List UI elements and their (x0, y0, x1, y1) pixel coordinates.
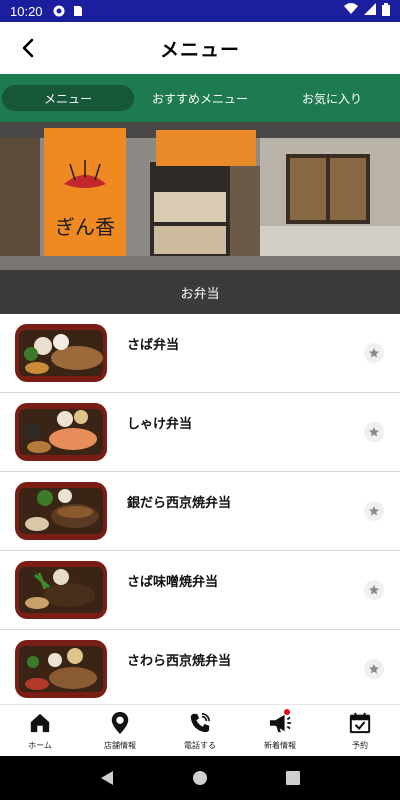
favorite-star-button[interactable] (364, 659, 384, 679)
banner-shop-name: ぎん香 (55, 215, 115, 239)
notification-badge (284, 709, 290, 715)
tab-menu[interactable]: メニュー (2, 85, 134, 111)
nav-store-info-label: 店舗情報 (104, 741, 136, 750)
bento-thumbnail (15, 482, 107, 540)
category-header: お弁当 (0, 270, 400, 314)
menu-item-name: さわら西京焼弁当 (127, 654, 232, 669)
page-title: メニュー (159, 38, 240, 61)
system-navigation-bar (0, 756, 400, 800)
list-item[interactable]: さば味噌焼弁当 (0, 551, 400, 630)
favorite-star-button[interactable] (364, 343, 384, 363)
status-bar: 10:20 (0, 0, 400, 22)
system-home-button[interactable] (188, 766, 212, 790)
calendar-check-icon (348, 711, 372, 735)
nav-home[interactable]: ホーム (0, 705, 80, 756)
nav-reservation-label: 予約 (352, 741, 368, 750)
star-icon (369, 348, 379, 358)
bento-thumbnail (15, 403, 107, 461)
status-time: 10:20 (10, 3, 43, 19)
menu-list: さば弁当 しゃけ弁当 銀だら西京焼弁当 さば味噌焼弁当 さわら西京焼弁当 (0, 314, 400, 704)
star-icon (369, 427, 379, 437)
sd-card-icon (71, 5, 83, 17)
favorite-star-button[interactable] (364, 501, 384, 521)
tab-recommended[interactable]: おすすめメニュー (134, 85, 266, 111)
favorite-star-button[interactable] (364, 580, 384, 600)
app-header: メニュー (0, 22, 400, 74)
bento-thumbnail (15, 561, 107, 619)
chevron-left-icon (22, 38, 34, 58)
back-button[interactable] (14, 34, 42, 62)
nav-call-label: 電話する (184, 741, 216, 750)
menu-item-name: さば味噌焼弁当 (127, 575, 219, 590)
square-recents-icon (286, 771, 301, 785)
menu-item-name: 銀だら西京焼弁当 (127, 496, 232, 511)
star-icon (369, 585, 379, 595)
nav-call[interactable]: 電話する (160, 705, 240, 756)
list-item[interactable]: さわら西京焼弁当 (0, 630, 400, 704)
signal-icon (364, 3, 376, 19)
bento-thumbnail (15, 640, 107, 698)
category-label: お弁当 (180, 286, 220, 302)
triangle-back-icon (100, 771, 113, 785)
menu-item-name: さば弁当 (127, 338, 180, 353)
system-back-button[interactable] (95, 766, 119, 790)
nav-news-label: 新着情報 (264, 741, 296, 750)
list-item[interactable]: しゃけ弁当 (0, 393, 400, 472)
battery-icon (382, 2, 390, 20)
circle-home-icon (192, 771, 207, 785)
tab-bar: メニュー おすすめメニュー お気に入り (0, 74, 400, 122)
list-item[interactable]: さば弁当 (0, 314, 400, 393)
tab-favorites[interactable]: お気に入り (266, 85, 398, 111)
list-item[interactable]: 銀だら西京焼弁当 (0, 472, 400, 551)
wifi-icon (344, 3, 358, 19)
nav-home-label: ホーム (28, 741, 52, 750)
status-right (344, 2, 390, 20)
star-icon (369, 664, 379, 674)
nav-store-info[interactable]: 店舗情報 (80, 705, 160, 756)
home-icon (28, 711, 52, 735)
nav-news[interactable]: 新着情報 (240, 705, 320, 756)
bento-thumbnail (15, 324, 107, 382)
star-icon (369, 506, 379, 516)
phone-icon (188, 711, 212, 735)
location-pin-icon (108, 711, 132, 735)
bottom-navigation: ホーム 店舗情報 電話する 新着情報 予約 (0, 704, 400, 756)
menu-item-name: しゃけ弁当 (127, 417, 193, 432)
nav-reservation[interactable]: 予約 (320, 705, 400, 756)
favorite-star-button[interactable] (364, 422, 384, 442)
system-recents-button[interactable] (281, 766, 305, 790)
shop-banner-image: ぎん香 (0, 122, 400, 270)
notification-icon (53, 5, 65, 17)
